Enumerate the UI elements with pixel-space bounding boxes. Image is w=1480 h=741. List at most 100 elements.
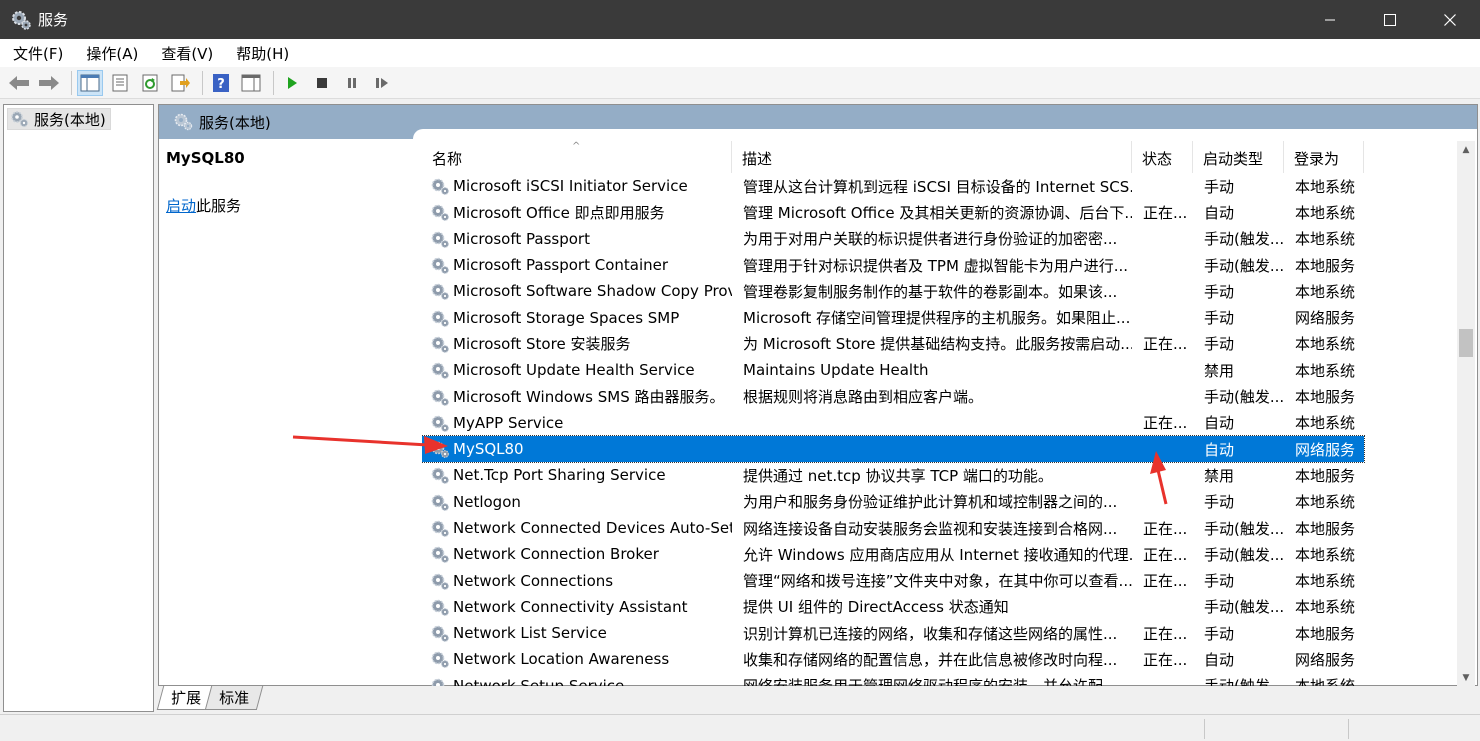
table-row[interactable]: Microsoft Windows SMS 路由器服务。 根据规则将消息路由到相应… bbox=[422, 383, 1364, 409]
service-status: 正在... bbox=[1143, 545, 1188, 564]
table-row[interactable]: Network Setup Service 网络安装服务用于管理网络驱动程序的安装… bbox=[422, 673, 1364, 686]
service-gear-icon bbox=[431, 678, 445, 686]
service-name-cell: Microsoft Update Health Service bbox=[422, 361, 732, 379]
show-action-pane-button[interactable] bbox=[238, 70, 264, 96]
service-status: 正在... bbox=[1143, 414, 1188, 433]
scrollbar-thumb[interactable] bbox=[1459, 329, 1473, 357]
service-status: 正在... bbox=[1143, 650, 1188, 669]
action-pane-icon bbox=[241, 74, 261, 91]
table-row[interactable]: MySQL80 自动 网络服务 bbox=[422, 434, 1365, 464]
vertical-scrollbar[interactable]: ▲ ▼ bbox=[1457, 141, 1475, 686]
service-status: 正在... bbox=[1143, 572, 1188, 591]
table-row[interactable]: Network List Service 识别计算机已连接的网络，收集和存储这些网… bbox=[422, 620, 1364, 646]
service-gear-icon bbox=[431, 205, 449, 222]
service-description: 为 Microsoft Store 提供基础结构支持。此服务按需启动... bbox=[743, 335, 1132, 354]
scroll-down-arrow-icon[interactable]: ▼ bbox=[1457, 669, 1475, 686]
table-row[interactable]: Microsoft Store 安装服务 为 Microsoft Store 提供… bbox=[422, 331, 1364, 357]
table-row[interactable]: Microsoft Storage Spaces SMP Microsoft 存储… bbox=[422, 304, 1364, 330]
table-row[interactable]: MyAPP Service 正在... 自动 本地系统 bbox=[422, 410, 1364, 436]
back-button[interactable] bbox=[6, 70, 32, 96]
toolbar: ? bbox=[0, 67, 1480, 99]
table-row[interactable]: Microsoft Office 即点即用服务 管理 Microsoft Offi… bbox=[422, 199, 1364, 225]
service-description: 根据规则将消息路由到相应客户端。 bbox=[743, 388, 984, 407]
tree-item-services-local[interactable]: 服务(本地) bbox=[7, 108, 111, 130]
service-logon-as: 网络服务 bbox=[1295, 309, 1356, 328]
minimize-button[interactable] bbox=[1300, 0, 1360, 39]
menu-file[interactable]: 文件(F) bbox=[3, 43, 73, 64]
service-logon-as: 本地系统 bbox=[1284, 675, 1364, 686]
start-service-button[interactable] bbox=[279, 70, 305, 96]
column-header-name[interactable]: ^ 名称 bbox=[422, 141, 732, 173]
services-gear-icon bbox=[12, 10, 31, 30]
service-description: 管理从这台计算机到远程 iSCSI 目标设备的 Internet SCS... bbox=[743, 177, 1132, 196]
service-detail-panel: MySQL80 启动此服务 bbox=[166, 145, 406, 215]
table-row[interactable]: Network Connection Broker 允许 Windows 应用商店… bbox=[422, 541, 1364, 567]
menu-view[interactable]: 查看(V) bbox=[151, 43, 223, 64]
scroll-up-arrow-icon[interactable]: ▲ bbox=[1457, 141, 1475, 158]
column-header-description[interactable]: 描述 bbox=[732, 141, 1132, 173]
column-header-startup-type[interactable]: 启动类型 bbox=[1193, 141, 1284, 173]
table-row[interactable]: Netlogon 为用户和服务身份验证维护此计算机和域控制器之间的... 手动 本地系… bbox=[422, 489, 1364, 515]
column-header-status[interactable]: 状态 bbox=[1132, 141, 1193, 173]
service-name-cell: MySQL80 bbox=[422, 440, 732, 458]
show-console-tree-button[interactable] bbox=[77, 69, 103, 96]
table-row[interactable]: Net.Tcp Port Sharing Service 提供通过 net.tcp… bbox=[422, 462, 1364, 488]
service-name: Net.Tcp Port Sharing Service bbox=[453, 466, 666, 485]
table-row[interactable]: Microsoft Software Shadow Copy Provi... 管… bbox=[422, 278, 1364, 304]
table-row[interactable]: Network Location Awareness 收集和存储网络的配置信息，并… bbox=[422, 646, 1364, 672]
service-name: Microsoft Software Shadow Copy Provi... bbox=[453, 282, 732, 301]
start-service-link[interactable]: 启动 bbox=[166, 197, 196, 215]
service-rows: Microsoft iSCSI Initiator Service 管理从这台计算… bbox=[422, 173, 1365, 686]
column-header-logon-as[interactable]: 登录为 bbox=[1284, 141, 1364, 173]
help-button[interactable]: ? bbox=[208, 70, 234, 96]
maximize-button[interactable] bbox=[1360, 0, 1420, 39]
service-logon-as: 本地系统 bbox=[1295, 335, 1356, 354]
menu-help[interactable]: 帮助(H) bbox=[226, 43, 299, 64]
forward-button[interactable] bbox=[36, 70, 62, 96]
window-title: 服务 bbox=[38, 11, 69, 29]
service-status: 正在... bbox=[1143, 624, 1188, 643]
refresh-button[interactable] bbox=[137, 70, 163, 96]
properties-button[interactable] bbox=[107, 70, 133, 96]
service-name: Network Connections bbox=[453, 571, 614, 590]
table-row[interactable]: Network Connections 管理“网络和拨号连接”文件夹中对象，在其中… bbox=[422, 567, 1364, 593]
toolbar-separator bbox=[202, 70, 203, 95]
service-gear-icon bbox=[431, 336, 449, 353]
table-row[interactable]: Microsoft Passport 为用于对用户关联的标识提供者进行身份验证的加… bbox=[422, 226, 1364, 252]
back-arrow-icon bbox=[9, 75, 29, 90]
table-row[interactable]: Network Connected Devices Auto-Setup 网络连接… bbox=[422, 515, 1364, 541]
service-startup-type: 手动(触发... bbox=[1204, 545, 1284, 564]
service-gear-icon bbox=[431, 415, 449, 432]
table-row[interactable]: Network Connectivity Assistant 提供 UI 组件的 … bbox=[422, 594, 1364, 620]
service-description: 识别计算机已连接的网络，收集和存储这些网络的属性... bbox=[743, 624, 1118, 643]
service-name-cell: Microsoft Passport Container bbox=[422, 256, 732, 274]
services-pane: 服务(本地) MySQL80 启动此服务 ^ 名称 描述 状态 启动类型 登录为… bbox=[158, 104, 1478, 686]
table-row[interactable]: Microsoft Passport Container 管理用于针对标识提供者及… bbox=[422, 252, 1364, 278]
pause-service-button[interactable] bbox=[339, 70, 365, 96]
menu-action[interactable]: 操作(A) bbox=[76, 43, 148, 64]
status-bar bbox=[0, 714, 1480, 741]
service-name-cell: Network Connectivity Assistant bbox=[422, 598, 732, 616]
service-startup-type: 手动 bbox=[1204, 493, 1235, 512]
export-list-button[interactable] bbox=[167, 70, 193, 96]
column-header-startup-type-label: 启动类型 bbox=[1203, 150, 1264, 168]
maximize-icon bbox=[1384, 13, 1396, 26]
title-bar: 服务 bbox=[0, 0, 1480, 39]
status-bar-divider bbox=[1204, 719, 1205, 739]
tab-standard-label: 标准 bbox=[219, 689, 250, 707]
service-name-cell: Network Connection Broker bbox=[422, 545, 732, 563]
table-row[interactable]: Microsoft iSCSI Initiator Service 管理从这台计算… bbox=[422, 173, 1364, 199]
resume-service-button[interactable] bbox=[369, 70, 395, 96]
console-tree: 服务(本地) bbox=[3, 104, 154, 712]
stop-service-button[interactable] bbox=[309, 70, 335, 96]
toolbar-separator bbox=[273, 70, 274, 95]
service-logon-as: 本地系统 bbox=[1295, 282, 1356, 301]
service-status: 正在... bbox=[1143, 335, 1188, 354]
service-startup-type: 自动 bbox=[1204, 203, 1235, 222]
close-button[interactable] bbox=[1420, 0, 1480, 39]
service-gear-icon bbox=[431, 520, 449, 537]
service-logon-as: 本地系统 bbox=[1295, 572, 1356, 591]
service-startup-type: 手动(触发... bbox=[1204, 519, 1284, 538]
tab-standard[interactable]: 标准 bbox=[204, 686, 264, 710]
table-row[interactable]: Microsoft Update Health Service Maintains… bbox=[422, 357, 1364, 383]
